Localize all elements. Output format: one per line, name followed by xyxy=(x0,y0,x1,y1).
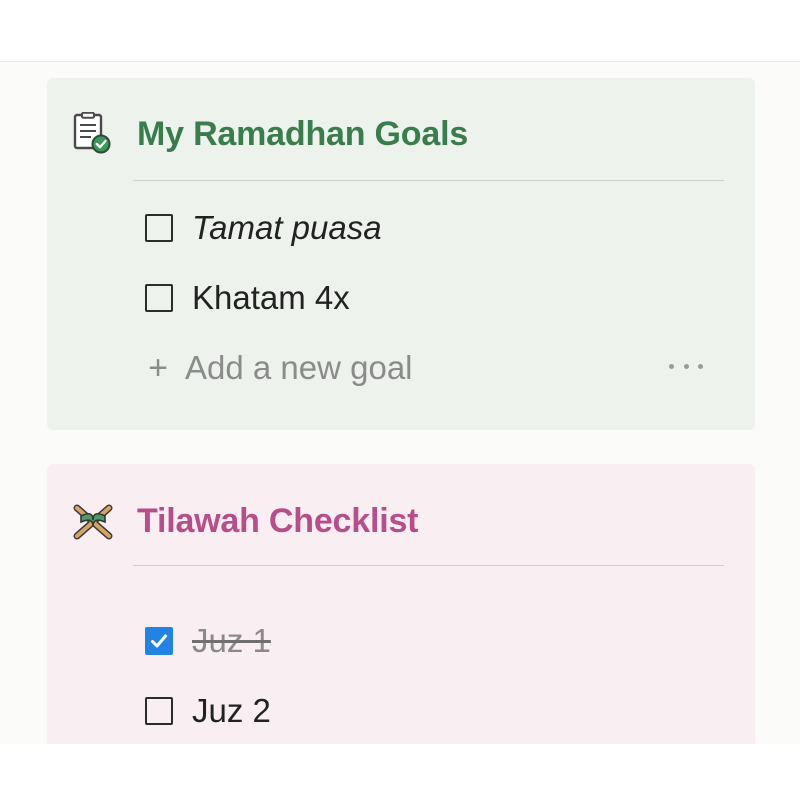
card-title[interactable]: My Ramadhan Goals xyxy=(137,115,468,154)
more-options-icon[interactable] xyxy=(669,356,703,376)
bottom-edge xyxy=(0,744,800,800)
ramadhan-goals-card: My Ramadhan Goals Tamat puasa Khatam 4x … xyxy=(47,78,755,430)
plus-icon: + xyxy=(148,349,168,387)
add-new-goal-button[interactable]: + Add a new goal xyxy=(143,346,413,390)
tilawah-checklist-card: Tilawah Checklist Juz 1 Juz 2 xyxy=(47,464,755,764)
divider xyxy=(133,565,724,566)
unchecked-checkbox[interactable] xyxy=(145,284,173,312)
card-header: Tilawah Checklist xyxy=(47,464,755,574)
checklist-document-icon[interactable] xyxy=(73,111,113,156)
quran-stand-icon[interactable] xyxy=(73,500,113,544)
add-new-goal-label: Add a new goal xyxy=(185,349,413,386)
goal-item[interactable]: Khatam 4x xyxy=(145,278,350,318)
goal-item-label[interactable]: Khatam 4x xyxy=(192,279,350,317)
goal-item-label[interactable]: Tamat puasa xyxy=(192,209,382,247)
tilawah-item[interactable]: Juz 2 xyxy=(145,691,271,731)
checked-checkbox[interactable] xyxy=(145,627,173,655)
unchecked-checkbox[interactable] xyxy=(145,214,173,242)
unchecked-checkbox[interactable] xyxy=(145,697,173,725)
top-bar xyxy=(0,0,800,62)
checkmark-icon xyxy=(151,634,167,648)
card-header: My Ramadhan Goals xyxy=(47,78,755,188)
card-title[interactable]: Tilawah Checklist xyxy=(137,502,419,541)
divider xyxy=(133,180,724,181)
tilawah-item[interactable]: Juz 1 xyxy=(145,621,271,661)
tilawah-item-label[interactable]: Juz 1 xyxy=(192,622,271,660)
tilawah-item-label[interactable]: Juz 2 xyxy=(192,692,271,730)
goal-item[interactable]: Tamat puasa xyxy=(145,208,382,248)
